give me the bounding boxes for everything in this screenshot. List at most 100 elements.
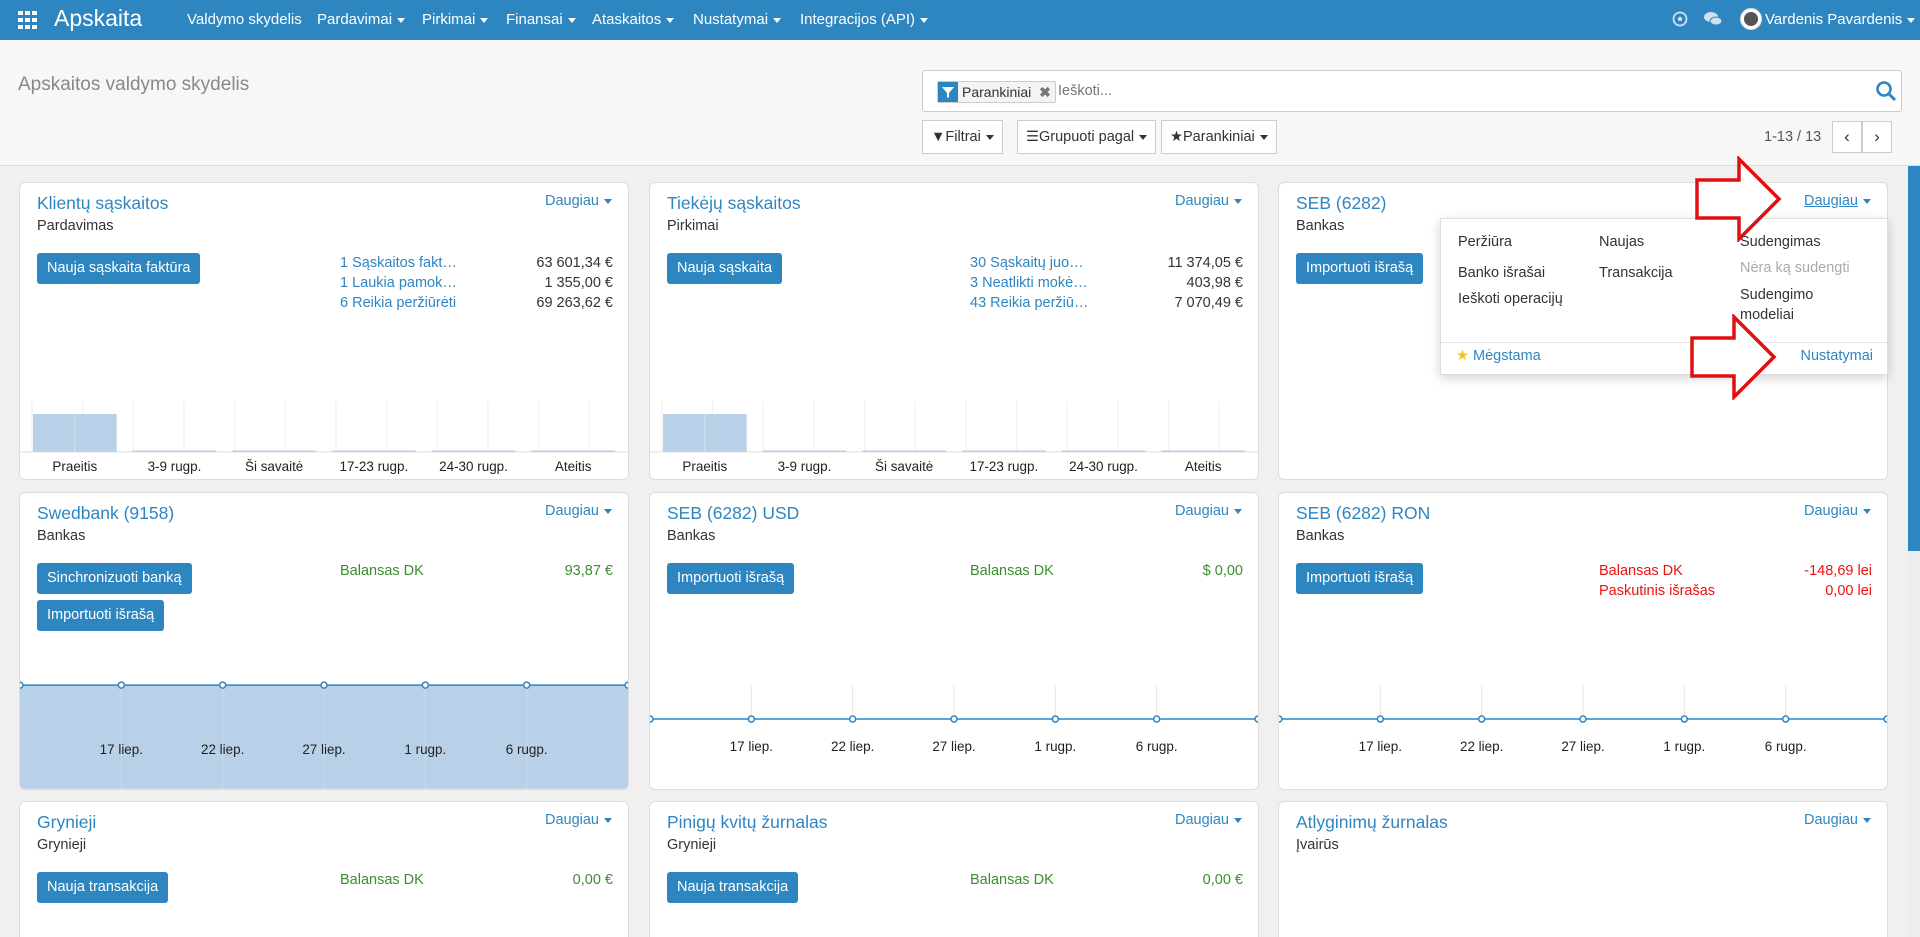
scrollbar-thumb[interactable] bbox=[1908, 166, 1920, 551]
sync-bank-button[interactable]: Sinchronizuoti banką bbox=[37, 563, 192, 594]
nav-item[interactable]: Ataskaitos bbox=[592, 11, 675, 28]
more-label: Daugiau bbox=[1174, 503, 1229, 519]
more-dropdown[interactable]: Daugiau bbox=[1804, 503, 1871, 519]
x-tick-label: Ateitis bbox=[555, 459, 592, 474]
more-dropdown[interactable]: Daugiau bbox=[1175, 193, 1242, 209]
settings-link[interactable]: Nustatymai bbox=[1800, 348, 1873, 364]
star-icon: ★ bbox=[1456, 348, 1469, 364]
dashboard-card-cash: Grynieji Grynieji Daugiau Nauja transakc… bbox=[19, 801, 629, 937]
chevron-down-icon bbox=[480, 17, 489, 23]
user-menu[interactable]: Vardenis Pavardenis bbox=[1765, 11, 1916, 28]
favorites-button[interactable]: ★Parankiniai bbox=[1161, 120, 1277, 154]
chevron-down-icon bbox=[1139, 134, 1148, 140]
stat-value: 11 374,05 € bbox=[1167, 255, 1243, 271]
data-point bbox=[1477, 715, 1486, 723]
balance-area-chart[interactable]: 17 liep. 22 liep. 27 liep. 1 rugp. 6 rugp. bbox=[20, 679, 628, 789]
balance-label[interactable]: Balansas DK bbox=[970, 563, 1054, 579]
pager-prev-button[interactable]: ‹ bbox=[1832, 121, 1862, 153]
stat-label[interactable]: 30 Sąskaitų juodraščiai bbox=[970, 255, 1090, 271]
bar-chart[interactable]: Praeitis 3-9 rugp. Ši savaitė 17-23 rugp. 24… bbox=[650, 379, 1258, 479]
app-title[interactable]: Apskaita bbox=[54, 5, 142, 32]
card-subtitle: Įvairūs bbox=[1296, 837, 1339, 853]
search-icon[interactable] bbox=[1875, 80, 1897, 102]
menu-item-bank-statements[interactable]: Banko išrašai bbox=[1458, 265, 1545, 281]
new-transaction-button[interactable]: Nauja transakcija bbox=[37, 872, 169, 903]
balance-line-chart[interactable]: 17 liep. 22 liep. 27 liep. 1 rugp. 6 rugp. bbox=[1279, 679, 1887, 789]
card-subtitle: Bankas bbox=[667, 528, 716, 544]
card-title[interactable]: Atlyginimų žurnalas bbox=[1296, 812, 1448, 833]
dashboard-card-seb-6282-ron: SEB (6282) RON Bankas Daugiau Importuoti… bbox=[1278, 492, 1888, 790]
menu-item-search-operations[interactable]: Ieškoti operacijų bbox=[1458, 291, 1563, 307]
card-title[interactable]: Pinigų kvitų žurnalas bbox=[667, 812, 828, 833]
x-tick-label: 27 liep. bbox=[1561, 739, 1604, 754]
card-title[interactable]: Grynieji bbox=[37, 812, 96, 833]
menu-item-new[interactable]: Naujas bbox=[1599, 234, 1644, 250]
bar bbox=[762, 450, 847, 452]
card-title[interactable]: SEB (6282) USD bbox=[667, 503, 799, 524]
nav-item[interactable]: Valdymo skydelis bbox=[187, 11, 302, 28]
data-point bbox=[848, 715, 857, 723]
balance-label[interactable]: Balansas DK bbox=[340, 563, 424, 579]
nav-item-label: Finansai bbox=[506, 11, 563, 28]
nav-item[interactable]: Pirkimai bbox=[422, 11, 489, 28]
facet-favorites[interactable]: Parankiniai ✖ bbox=[937, 81, 1056, 103]
card-title[interactable]: Klientų sąskaitos bbox=[37, 193, 168, 214]
facet-remove-icon[interactable]: ✖ bbox=[1039, 84, 1051, 100]
stat-value: 63 601,34 € bbox=[536, 255, 613, 271]
menu-item-transaction[interactable]: Transakcija bbox=[1599, 265, 1673, 281]
nav-item-label: Integracijos (API) bbox=[800, 11, 916, 28]
more-dropdown[interactable]: Daugiau bbox=[545, 503, 612, 519]
balance-line-chart[interactable]: 17 liep. 22 liep. 27 liep. 1 rugp. 6 rugp. bbox=[650, 679, 1258, 789]
new-invoice-button[interactable]: Nauja sąskaita faktūra bbox=[37, 253, 201, 284]
x-tick-label: Ateitis bbox=[1185, 459, 1222, 474]
new-bill-button[interactable]: Nauja sąskaita bbox=[667, 253, 783, 284]
nav-item[interactable]: Finansai bbox=[506, 11, 576, 28]
scrollbar[interactable] bbox=[1908, 166, 1920, 937]
favorite-toggle[interactable]: ★ Mėgstama bbox=[1456, 348, 1541, 364]
stat-label[interactable]: 43 Reikia peržiūrėti bbox=[970, 295, 1090, 311]
more-dropdown[interactable]: Daugiau bbox=[545, 812, 612, 828]
more-dropdown[interactable]: Daugiau bbox=[1804, 193, 1871, 209]
top-navbar: Apskaita Valdymo skydelis Pardavimai Pirki… bbox=[0, 0, 1920, 40]
x-tick-label: 3-9 rugp. bbox=[778, 459, 832, 474]
import-statement-button[interactable]: Importuoti išrašą bbox=[667, 563, 795, 594]
stat-label[interactable]: 1 Laukia pamokėjimo bbox=[340, 275, 460, 291]
nav-item[interactable]: Nustatymai bbox=[693, 11, 782, 28]
balance-label[interactable]: Balansas DK bbox=[970, 872, 1054, 888]
import-statement-button[interactable]: Importuoti išrašą bbox=[1296, 563, 1424, 594]
card-title[interactable]: SEB (6282) bbox=[1296, 193, 1386, 214]
card-title[interactable]: SEB (6282) RON bbox=[1296, 503, 1430, 524]
stat-label[interactable]: 3 Neatlikti mokėjimai bbox=[970, 275, 1090, 291]
bar-chart[interactable]: Praeitis 3-9 rugp. Ši savaitė 17-23 rugp. 24… bbox=[20, 379, 628, 479]
card-title[interactable]: Tiekėjų sąskaitos bbox=[667, 193, 801, 214]
search-input[interactable] bbox=[1058, 79, 1838, 103]
activity-icon[interactable] bbox=[1672, 11, 1688, 27]
more-dropdown[interactable]: Daugiau bbox=[1175, 812, 1242, 828]
balance-label[interactable]: Balansas DK bbox=[1599, 563, 1683, 579]
more-dropdown[interactable]: Daugiau bbox=[1175, 503, 1242, 519]
apps-menu-icon[interactable] bbox=[18, 11, 38, 29]
search-bar[interactable]: Parankiniai ✖ bbox=[922, 70, 1902, 112]
new-transaction-button[interactable]: Nauja transakcija bbox=[667, 872, 799, 903]
last-statement-label[interactable]: Paskutinis išrašas bbox=[1599, 583, 1715, 599]
avatar[interactable] bbox=[1740, 8, 1762, 30]
import-statement-button[interactable]: Importuoti išrašą bbox=[1296, 253, 1424, 284]
import-statement-button[interactable]: Importuoti išrašą bbox=[37, 600, 165, 631]
menu-item-view[interactable]: Peržiūra bbox=[1458, 234, 1512, 250]
nav-item[interactable]: Pardavimai bbox=[317, 11, 406, 28]
filters-button[interactable]: ▼Filtrai bbox=[922, 120, 1003, 154]
stat-label[interactable]: 6 Reikia peržiūrėti bbox=[340, 295, 460, 311]
more-dropdown[interactable]: Daugiau bbox=[1804, 812, 1871, 828]
more-dropdown[interactable]: Daugiau bbox=[545, 193, 612, 209]
chat-icon[interactable] bbox=[1704, 11, 1723, 27]
group-by-button[interactable]: ☰Grupuoti pagal bbox=[1017, 120, 1157, 154]
card-title[interactable]: Swedbank (9158) bbox=[37, 503, 174, 524]
bar bbox=[431, 450, 516, 452]
nav-item[interactable]: Integracijos (API) bbox=[800, 11, 929, 28]
pager-value[interactable]: 1-13 / 13 bbox=[1764, 129, 1821, 145]
bar bbox=[232, 450, 317, 452]
pager-next-button[interactable]: › bbox=[1862, 121, 1892, 153]
chevron-down-icon bbox=[1863, 198, 1871, 204]
balance-label[interactable]: Balansas DK bbox=[340, 872, 424, 888]
stat-label[interactable]: 1 Sąskaitos faktūros juodraščiai bbox=[340, 255, 460, 271]
